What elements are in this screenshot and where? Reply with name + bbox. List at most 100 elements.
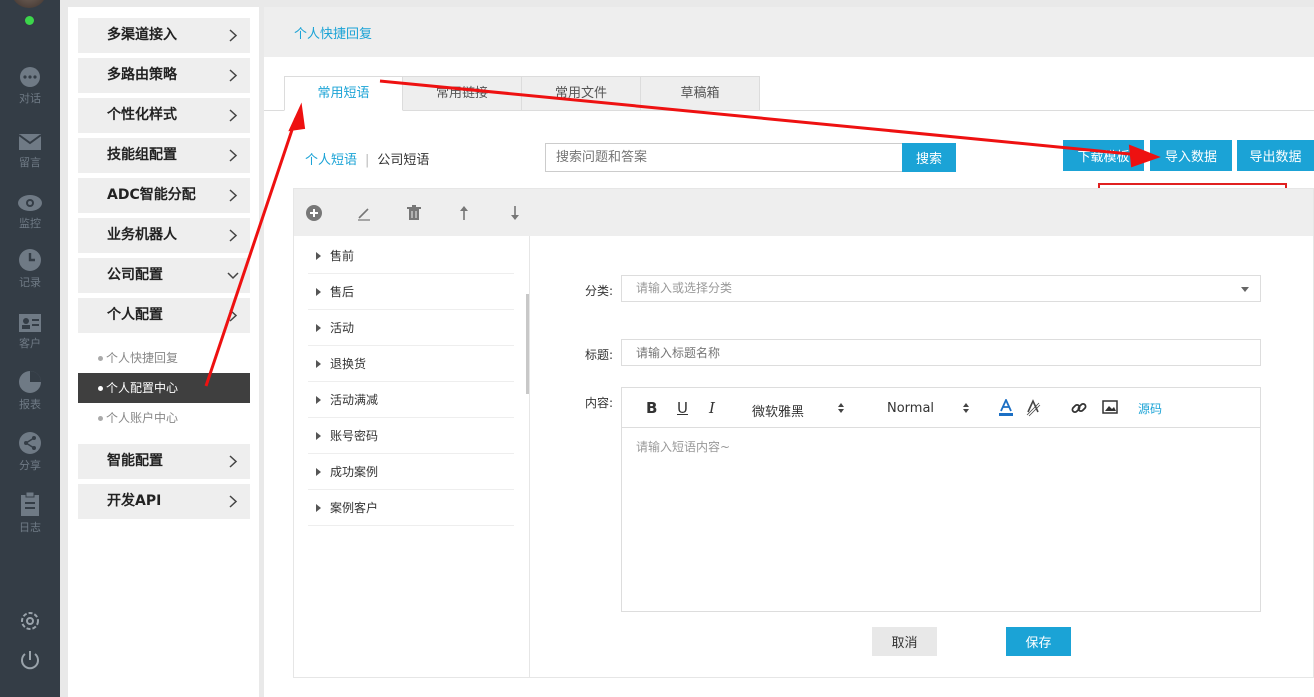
rail-label: 对话 — [19, 92, 41, 105]
chevron-right-icon — [229, 495, 238, 508]
sub-item-quick-reply[interactable]: 个人快捷回复 — [78, 344, 250, 372]
image-icon[interactable] — [1102, 400, 1118, 414]
menu-item-smart[interactable]: 智能配置 — [78, 444, 250, 479]
editor-toolbar: B U I 微软雅黑 Normal 源码 — [622, 388, 1260, 428]
rail-item-share[interactable]: 分享 — [0, 431, 60, 473]
background-color-icon[interactable] — [1025, 399, 1041, 417]
sub-item-account-center[interactable]: 个人账户中心 — [78, 404, 250, 432]
import-data-button[interactable]: 导入数据 — [1150, 140, 1232, 171]
menu-item-skill-group[interactable]: 技能组配置 — [78, 138, 250, 173]
share-icon — [19, 432, 41, 454]
download-template-button[interactable]: 下载模板 — [1063, 140, 1144, 171]
category-tree: 售前 售后 活动 退换货 活动满减 账号密码 成功案例 案例客户 — [294, 236, 530, 677]
chevron-right-icon — [229, 69, 238, 82]
tree-item[interactable]: 案例客户 — [308, 490, 514, 526]
tree-item[interactable]: 售后 — [308, 274, 514, 310]
pie-chart-icon — [19, 371, 41, 393]
chat-icon — [20, 67, 40, 87]
menu-item-label: 多路由策略 — [107, 67, 177, 83]
settings-button[interactable] — [0, 610, 60, 632]
menu-item-label: 智能配置 — [107, 453, 163, 469]
tab-files[interactable]: 常用文件 — [522, 76, 641, 111]
underline-button[interactable]: U — [677, 399, 688, 417]
tab-phrases[interactable]: 常用短语 — [284, 76, 403, 111]
category-select[interactable]: 请输入或选择分类 — [621, 275, 1261, 302]
move-down-icon[interactable] — [505, 203, 525, 223]
sub-item-label: 个人快捷回复 — [106, 351, 179, 365]
move-up-icon[interactable] — [454, 203, 474, 223]
rail-item-monitor[interactable]: 监控 — [0, 193, 60, 231]
avatar[interactable] — [11, 0, 47, 8]
cancel-button[interactable]: 取消 — [872, 627, 937, 656]
delete-icon[interactable] — [404, 203, 424, 223]
clipboard-icon — [21, 491, 39, 516]
font-size-select[interactable]: Normal — [887, 401, 934, 416]
link-icon[interactable] — [1071, 400, 1087, 416]
menu-item-adc[interactable]: ADC智能分配 — [78, 178, 250, 213]
subtab-company[interactable]: 公司短语 — [377, 153, 429, 168]
tab-links[interactable]: 常用链接 — [403, 76, 522, 111]
save-button[interactable]: 保存 — [1006, 627, 1071, 656]
content-label: 内容: — [585, 396, 614, 410]
phrase-workarea: 售前 售后 活动 退换货 活动满减 账号密码 成功案例 案例客户 分类: 请输入… — [293, 188, 1314, 678]
rail-item-chat[interactable]: 对话 — [0, 66, 60, 106]
tree-item[interactable]: 账号密码 — [308, 418, 514, 454]
menu-item-label: 公司配置 — [107, 267, 163, 283]
rail-item-record[interactable]: 记录 — [0, 248, 60, 290]
rail-item-customer[interactable]: 客户 — [0, 313, 60, 351]
menu-item-personal[interactable]: 个人配置 — [78, 298, 250, 333]
edit-icon[interactable] — [354, 203, 374, 223]
tree-item[interactable]: 活动 — [308, 310, 514, 346]
rail-item-message[interactable]: 留言 — [0, 132, 60, 170]
bold-button[interactable]: B — [646, 399, 657, 417]
menu-item-routing[interactable]: 多路由策略 — [78, 58, 250, 93]
menu-item-multichannel[interactable]: 多渠道接入 — [78, 18, 250, 53]
rail-item-report[interactable]: 报表 — [0, 370, 60, 412]
tab-bar: 常用短语 常用链接 常用文件 草稿箱 — [284, 76, 760, 111]
tree-item[interactable]: 退换货 — [308, 346, 514, 382]
title-label: 标题: — [585, 348, 614, 362]
menu-item-label: 开发API — [107, 493, 162, 509]
menu-item-label: ADC智能分配 — [107, 187, 196, 203]
search-button[interactable]: 搜索 — [902, 143, 956, 172]
tree-scrollbar[interactable] — [526, 294, 529, 394]
menu-item-company[interactable]: 公司配置 — [78, 258, 250, 293]
menu-item-label: 多渠道接入 — [107, 27, 177, 43]
text-color-icon[interactable] — [998, 399, 1014, 417]
menu-item-label: 个人配置 — [107, 307, 163, 323]
logout-button[interactable] — [0, 649, 60, 671]
add-icon[interactable] — [304, 203, 324, 223]
sub-item-config-center[interactable]: 个人配置中心 — [78, 373, 250, 403]
tree-toolbar — [294, 189, 1313, 236]
chevron-right-icon — [229, 29, 238, 42]
menu-item-api[interactable]: 开发API — [78, 484, 250, 519]
menu-item-bot[interactable]: 业务机器人 — [78, 218, 250, 253]
tree-item[interactable]: 活动满减 — [308, 382, 514, 418]
chevron-right-icon — [229, 229, 238, 242]
tree-item[interactable]: 成功案例 — [308, 454, 514, 490]
online-status-dot — [25, 16, 34, 25]
font-select-arrows-icon — [838, 403, 844, 413]
chevron-down-icon — [227, 272, 239, 280]
tab-drafts[interactable]: 草稿箱 — [641, 76, 760, 111]
id-card-icon — [19, 314, 41, 332]
rich-text-editor[interactable]: B U I 微软雅黑 Normal 源码 请输入短语内容~ — [621, 387, 1261, 612]
title-input[interactable] — [621, 339, 1261, 366]
chevron-right-icon — [229, 149, 238, 162]
italic-button[interactable]: I — [709, 399, 715, 417]
rail-label: 日志 — [19, 521, 41, 534]
export-data-button[interactable]: 导出数据 — [1237, 140, 1314, 171]
subtab-personal[interactable]: 个人短语 — [305, 153, 357, 168]
font-family-select[interactable]: 微软雅黑 — [752, 401, 804, 420]
clock-icon — [19, 249, 41, 271]
tree-item[interactable]: 售前 — [308, 238, 514, 274]
size-select-arrows-icon — [963, 403, 969, 413]
content-placeholder[interactable]: 请输入短语内容~ — [636, 438, 730, 455]
source-code-button[interactable]: 源码 — [1138, 400, 1162, 417]
rail-item-log[interactable]: 日志 — [0, 491, 60, 535]
menu-item-style[interactable]: 个性化样式 — [78, 98, 250, 133]
phrase-scope-switch: 个人短语 | 公司短语 — [305, 149, 429, 168]
left-rail: 对话 留言 监控 记录 客户 报表 分享 日志 — [0, 0, 60, 697]
search-input[interactable] — [545, 143, 903, 172]
sub-item-label: 个人配置中心 — [106, 381, 179, 395]
